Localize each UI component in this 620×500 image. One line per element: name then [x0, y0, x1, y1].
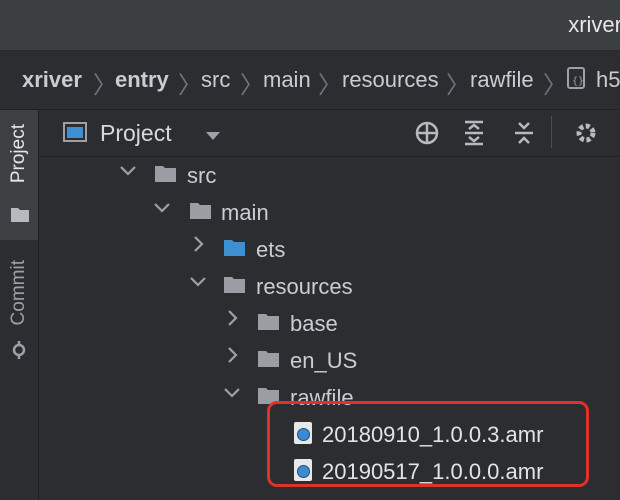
- tree-item-label: main: [221, 200, 269, 225]
- collapse-all-icon[interactable]: [513, 120, 535, 151]
- svg-text:{}: {}: [572, 76, 584, 87]
- breadcrumb-item-src[interactable]: src: [201, 67, 230, 93]
- project-view-icon: [63, 122, 87, 147]
- gear-icon[interactable]: [573, 120, 599, 151]
- locate-icon[interactable]: [414, 120, 440, 151]
- chevron-right-icon: 〉: [446, 72, 470, 99]
- chevron-right-icon: 〉: [543, 72, 567, 99]
- tree-item-base[interactable]: base: [39, 305, 620, 341]
- breadcrumb: xriver 〉 entry 〉 src 〉 main 〉 resources …: [0, 51, 620, 110]
- tree-item-label: resources: [256, 274, 353, 299]
- tree-item-src[interactable]: src: [39, 157, 620, 193]
- breadcrumb-item-main[interactable]: main: [263, 67, 311, 93]
- tree-item-resources[interactable]: resources: [39, 268, 620, 304]
- title-bar: xriver: [0, 0, 620, 51]
- project-panel-header: Project: [39, 110, 620, 157]
- folder-icon: [257, 313, 280, 331]
- folder-icon: [189, 202, 212, 220]
- tree-item-en-us[interactable]: en_US: [39, 342, 620, 378]
- tree-item-label: ets: [256, 237, 286, 262]
- chevron-right-icon[interactable]: [223, 309, 241, 333]
- commit-icon: [9, 340, 29, 365]
- tab-project-label: Project: [8, 124, 29, 184]
- chevron-right-icon[interactable]: [223, 346, 241, 370]
- chevron-down-icon[interactable]: [205, 128, 221, 146]
- expand-all-icon[interactable]: [463, 120, 485, 151]
- breadcrumb-item-entry[interactable]: entry: [115, 67, 169, 93]
- folder-icon: [154, 165, 177, 183]
- tree-item-label: src: [187, 163, 217, 188]
- tree-item-label: base: [290, 311, 338, 336]
- chevron-right-icon: 〉: [178, 72, 202, 99]
- chevron-down-icon[interactable]: [119, 161, 137, 185]
- html-file-icon: {}: [567, 67, 587, 91]
- highlight-annotation: [267, 401, 589, 487]
- chevron-down-icon[interactable]: [223, 383, 241, 407]
- tab-commit[interactable]: Commit: [0, 250, 38, 370]
- breadcrumb-item-rawfile[interactable]: rawfile: [470, 67, 534, 93]
- folder-icon: [257, 350, 280, 368]
- window-title: xriver: [568, 12, 620, 37]
- tree-item-ets[interactable]: ets: [39, 231, 620, 267]
- chevron-right-icon: 〉: [240, 72, 264, 99]
- tree-item-main[interactable]: main: [39, 194, 620, 230]
- breadcrumb-item-resources[interactable]: resources: [342, 67, 439, 93]
- tab-project[interactable]: Project: [0, 110, 38, 240]
- breadcrumb-item-xriver[interactable]: xriver: [22, 67, 82, 93]
- chevron-right-icon: 〉: [93, 72, 117, 99]
- chevron-right-icon[interactable]: [189, 235, 207, 259]
- tree-item-label: en_US: [290, 348, 358, 373]
- breadcrumb-item-h5[interactable]: h5: [596, 67, 620, 93]
- divider: [551, 116, 552, 148]
- folder-icon: [223, 276, 246, 294]
- folder-icon: [10, 205, 30, 228]
- source-folder-icon: [223, 239, 246, 257]
- chevron-right-icon: 〉: [318, 72, 342, 99]
- chevron-down-icon[interactable]: [153, 198, 171, 222]
- chevron-down-icon[interactable]: [189, 272, 207, 296]
- project-view-title[interactable]: Project: [100, 120, 172, 147]
- tab-commit-label: Commit: [8, 260, 29, 326]
